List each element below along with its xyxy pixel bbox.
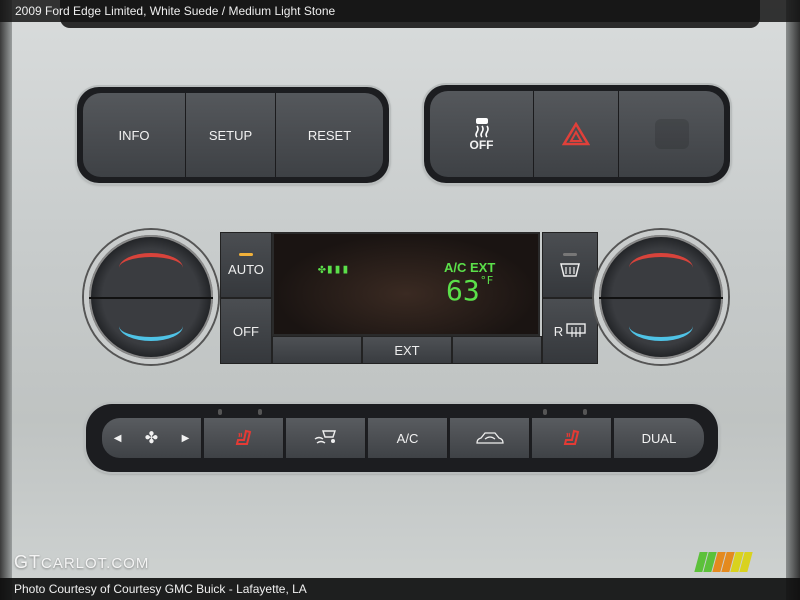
defrost-airflow-icon [314,430,336,444]
display-left-button[interactable] [272,336,362,364]
front-defrost-led [563,252,577,256]
knob-divider [89,297,213,299]
photo-credit: Photo Courtesy of Courtesy GMC Buick - L… [0,578,800,600]
hazard-warning-icon [562,122,590,146]
front-defrost-icon [560,262,580,277]
brand-stripes [694,552,753,572]
traction-control-off-button[interactable]: OFF [430,91,534,177]
seat-led [258,409,262,415]
passenger-temperature-knob[interactable] [594,230,728,364]
mode-readout: A/C EXT [444,260,496,275]
cold-indicator [629,311,693,341]
temperature-unit: °F [480,274,494,287]
ext-button[interactable]: EXT [362,336,452,364]
rear-defrost-button[interactable]: R [542,298,598,364]
off-label: OFF [233,323,259,339]
climate-off-button[interactable]: OFF [220,298,272,364]
driver-heated-seat-button[interactable] [204,418,284,458]
reset-button[interactable]: RESET [276,93,383,177]
passenger-heated-seat-button[interactable] [532,418,612,458]
traction-control-icon [474,118,489,138]
auto-button[interactable]: AUTO [220,232,272,298]
info-button-group: INFO SETUP RESET [77,87,389,183]
safety-button-group: OFF [424,85,730,183]
reset-label: RESET [307,127,352,143]
auto-label: AUTO [228,262,264,277]
front-defrost-button[interactable] [542,232,598,298]
hot-indicator [119,253,183,283]
ac-button[interactable]: A/C [368,418,448,458]
display-right-button[interactable] [452,336,542,364]
dual-label: DUAL [641,430,677,446]
hazard-button[interactable] [534,91,619,177]
climate-display: ✤▮▮▮ A/C EXT 63 °F [272,232,540,336]
dashboard-panel: INFO SETUP RESET OFF AUTO OFF ✤▮▮▮ A/C E… [0,0,800,600]
seat-led [543,409,547,415]
logo-main: GT [14,552,41,572]
seat-led [218,409,222,415]
fan-speed-control[interactable]: ◀ ✤ ▶ [102,418,202,458]
left-trim [0,0,12,600]
info-button[interactable]: INFO [83,93,186,177]
bottom-row: ◀ ✤ ▶ A/C DUAL [86,404,718,470]
info-label: INFO [118,127,150,143]
photo-title: 2009 Ford Edge Limited, White Suede / Me… [0,0,800,22]
dual-button[interactable]: DUAL [614,418,704,458]
ext-label: EXT [394,342,420,358]
fan-icon: ✤ [144,430,159,447]
recirculation-button[interactable] [450,418,530,458]
setup-button[interactable]: SETUP [186,93,276,177]
logo-rest: CARLOT.COM [41,555,150,572]
hot-indicator [629,253,693,283]
right-trim [786,0,800,600]
passenger-airbag-indicator [619,91,724,177]
driver-temperature-knob[interactable] [84,230,218,364]
temperature-readout: 63 [446,274,480,307]
knob-divider [599,297,723,299]
watermark-logo: GTCARLOT.COM [14,552,149,573]
recirculation-icon [475,432,504,444]
rear-defrost-icon [566,323,586,337]
cold-indicator [119,311,183,341]
ac-label: A/C [396,430,419,446]
setup-label: SETUP [208,127,253,143]
fan-increase-icon[interactable]: ▶ [182,433,190,444]
climate-control-cluster: AUTO OFF ✤▮▮▮ A/C EXT 63 °F EXT R [80,228,730,368]
seat-led [583,409,587,415]
max-defrost-airflow-button[interactable] [286,418,366,458]
heated-seat-icon [563,429,579,445]
rear-defrost-label: R [553,323,564,339]
fan-speed-icon: ✤▮▮▮ [318,262,350,277]
auto-indicator-led [239,253,253,256]
traction-off-label: OFF [469,138,494,152]
heated-seat-icon [235,429,251,445]
passenger-airbag-off-icon [654,119,689,149]
fan-decrease-icon[interactable]: ◀ [114,433,122,444]
